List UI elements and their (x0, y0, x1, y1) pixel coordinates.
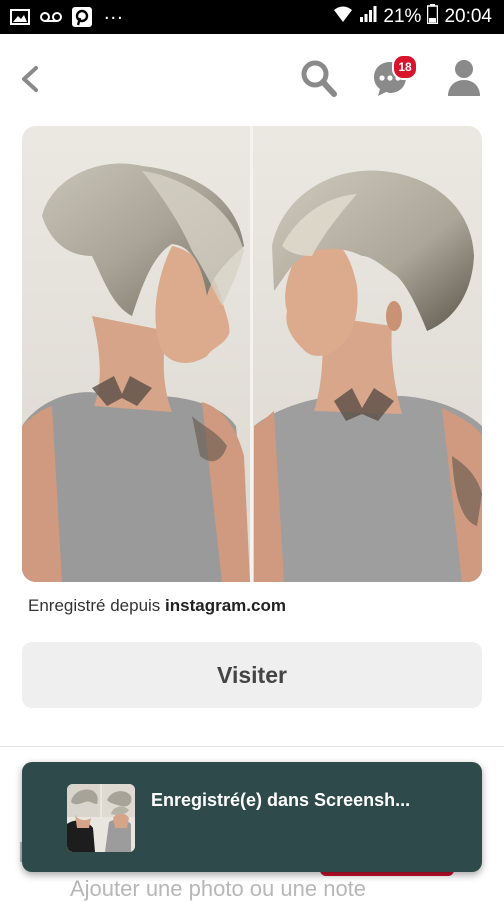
source-domain-link[interactable]: instagram.com (165, 596, 286, 615)
voicemail-icon (40, 11, 62, 23)
more-notifications-indicator: ... (104, 1, 124, 24)
saved-toast[interactable]: Enregistré(e) dans Screensh... (22, 762, 482, 872)
wifi-icon (333, 5, 353, 29)
notification-icons: ... (10, 2, 124, 29)
pin-image[interactable] (22, 126, 482, 582)
profile-button[interactable] (446, 58, 482, 103)
status-bar: ... 21% 20:04 (0, 0, 504, 34)
short-hair-photo (22, 126, 482, 582)
battery-percent: 21% (383, 6, 422, 27)
saved-from-prefix: Enregistré depuis (28, 596, 166, 615)
battery-icon (427, 4, 439, 30)
divider (0, 746, 504, 747)
saved-from-line: Enregistré depuis instagram.com (28, 596, 286, 616)
image-icon (10, 9, 30, 25)
toast-thumbnail (67, 784, 135, 852)
messages-badge: 18 (392, 54, 418, 80)
chevron-left-icon (22, 66, 38, 92)
system-status: 21% 20:04 (333, 4, 492, 30)
add-photo-note-prompt[interactable]: Ajouter une photo ou une note (70, 876, 366, 902)
profile-icon (448, 60, 480, 96)
search-icon (301, 60, 337, 97)
toast-message: Enregistré(e) dans Screensh... (151, 790, 411, 810)
clock: 20:04 (444, 6, 492, 27)
pinterest-notification-icon (72, 7, 92, 27)
signal-icon (359, 5, 377, 29)
back-button[interactable] (18, 62, 42, 101)
app-header: 18 (0, 34, 504, 126)
search-button[interactable] (300, 58, 338, 103)
visit-button[interactable]: Visiter (22, 642, 482, 708)
